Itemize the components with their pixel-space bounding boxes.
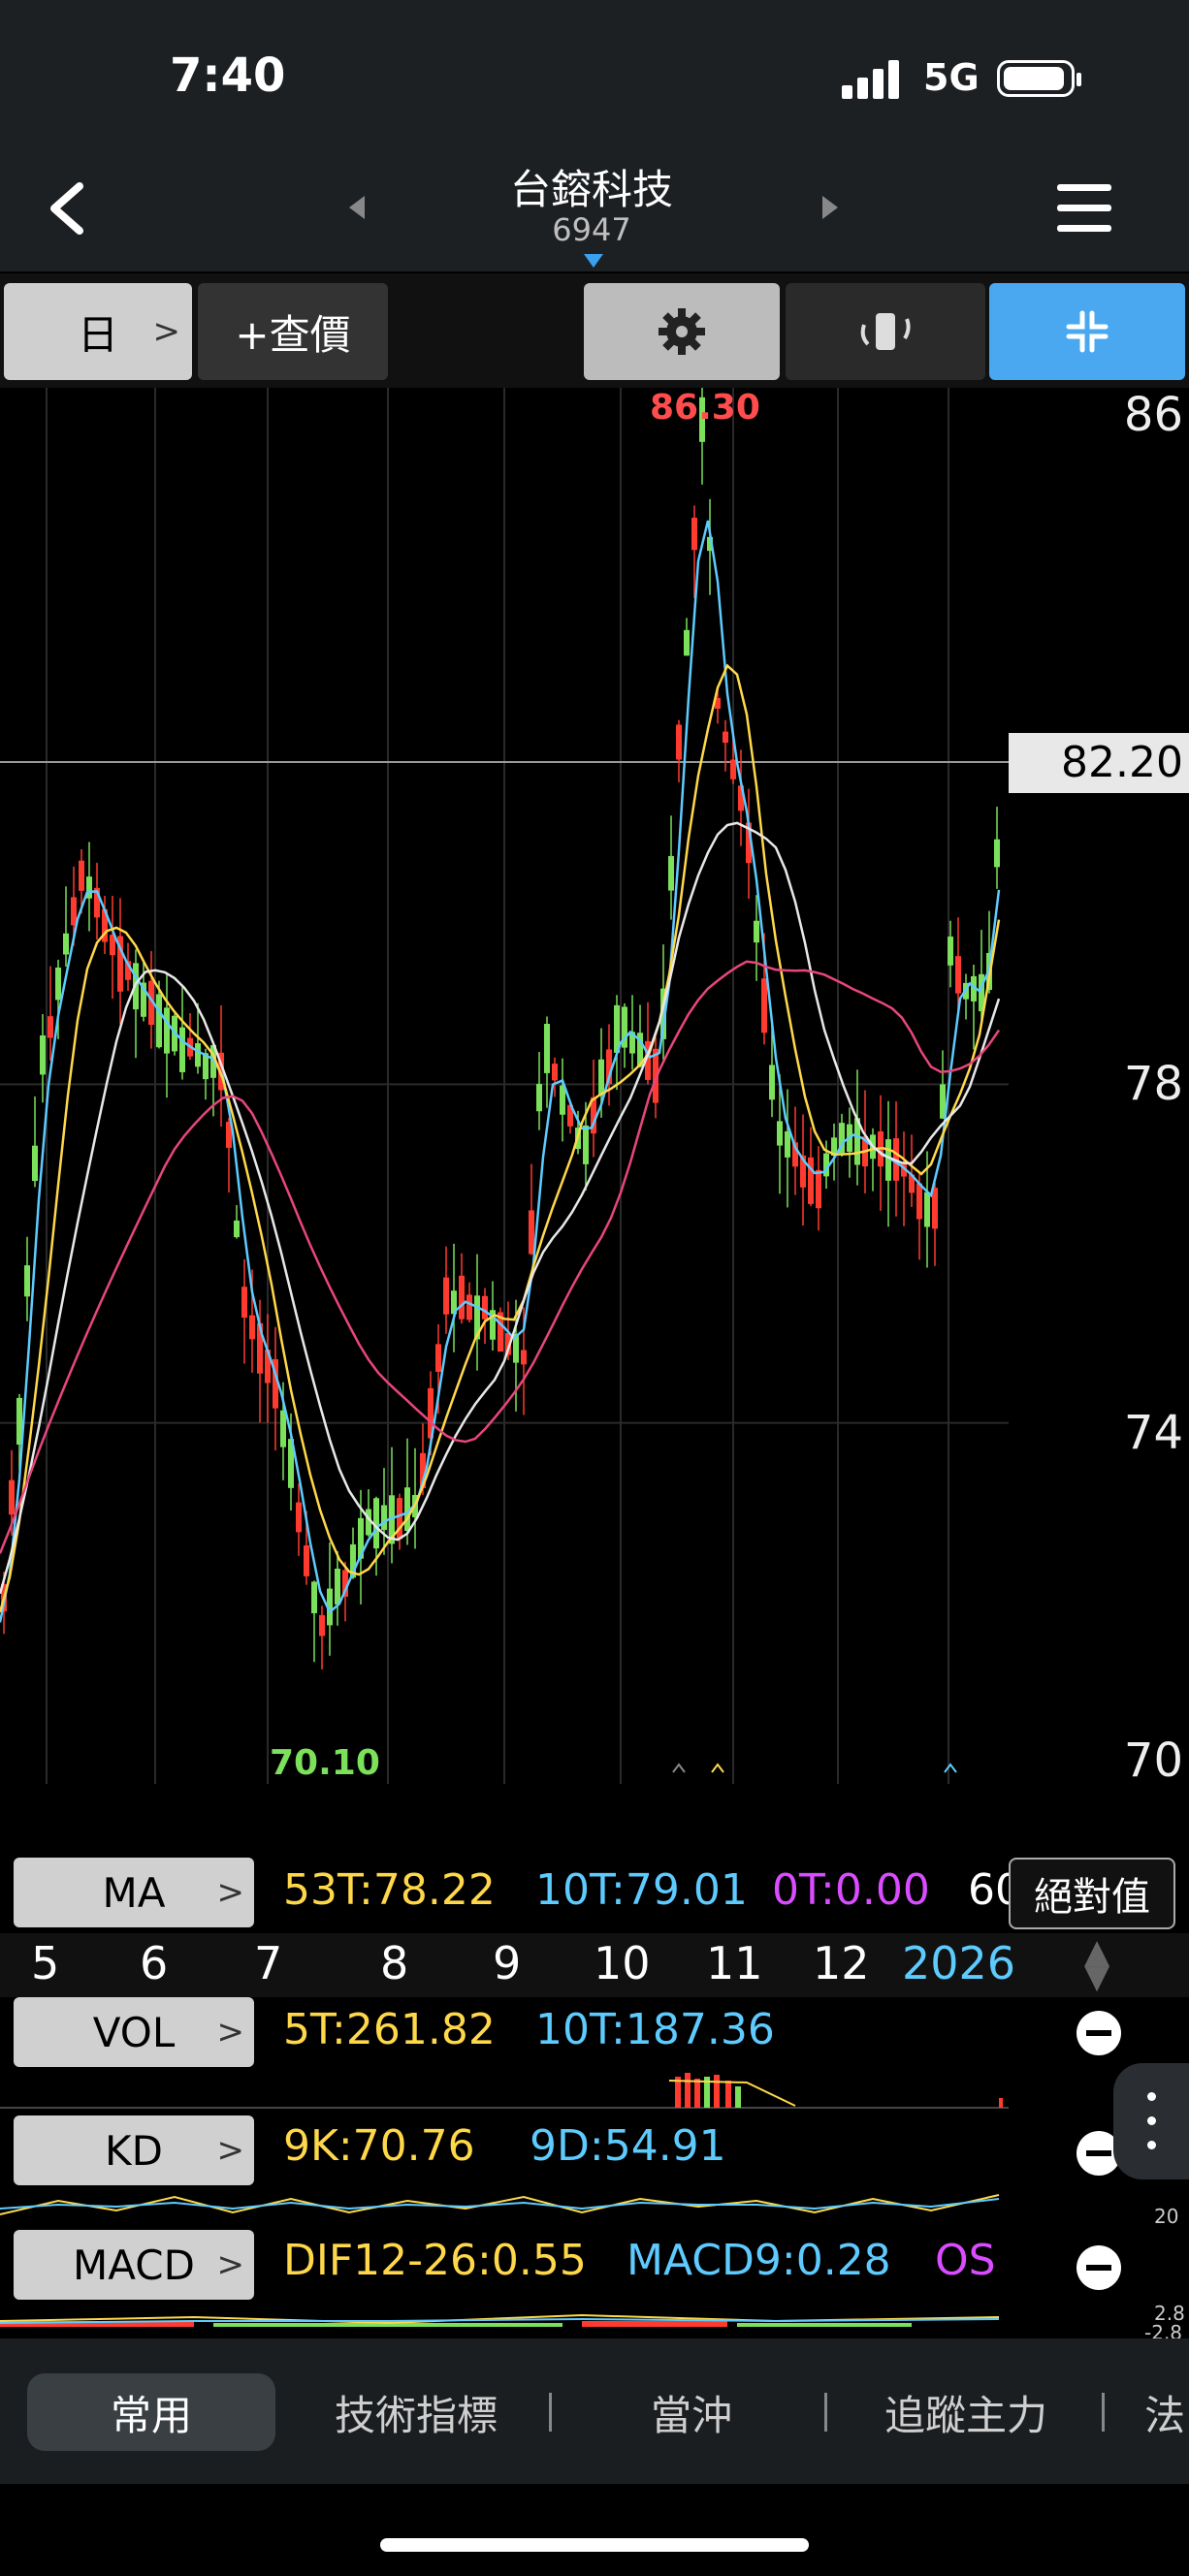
tab-technical[interactable]: 技術指標 [308, 2373, 524, 2451]
month-label: 5 [31, 1937, 60, 1989]
stock-code: 6947 [552, 211, 631, 248]
chevron-right-icon: > [216, 2131, 245, 2170]
query-price-button[interactable]: +查價 [198, 283, 388, 380]
high-price-label: 86.30 [650, 388, 760, 428]
ma-button[interactable]: MA > [14, 1858, 254, 1927]
rotate-button[interactable] [786, 283, 985, 380]
kd-button[interactable]: KD > [14, 2115, 254, 2185]
month-label: 6 [140, 1937, 169, 1989]
dropdown-indicator-icon [584, 254, 603, 268]
current-price-tag: 82.20 [1009, 733, 1189, 793]
vol-label: VOL [92, 2008, 176, 2056]
month-label-year: 2026 [902, 1937, 1016, 1989]
rotate-screen-icon [860, 313, 911, 350]
tab-institutional[interactable]: 法 [1141, 2373, 1189, 2451]
ma-value-2: 10T:79.01 [535, 1865, 748, 1915]
macd-label: MACD [73, 2241, 195, 2289]
kd-axis-tick: 20 [1154, 2205, 1179, 2228]
month-label: 12 [813, 1937, 870, 1989]
y-tick-78: 78 [1123, 1057, 1183, 1111]
collapse-arrows-icon [1066, 310, 1109, 353]
network-type: 5G [923, 56, 980, 99]
collapse-button[interactable] [989, 283, 1185, 380]
next-stock-icon[interactable] [822, 196, 838, 219]
side-menu-handle[interactable] [1113, 2063, 1189, 2179]
home-indicator [380, 2538, 809, 2552]
tab-separator [549, 2393, 552, 2432]
remove-macd-icon[interactable] [1077, 2245, 1121, 2290]
month-label: 8 [380, 1937, 409, 1989]
month-label: 7 [254, 1937, 283, 1989]
vol-value-1: 5T:261.82 [283, 2005, 496, 2054]
signal-icon [842, 58, 900, 99]
y-tick-70: 70 [1123, 1733, 1183, 1788]
ma-label: MA [102, 1868, 166, 1917]
price-axis: 86 78 74 70 [1009, 388, 1189, 1788]
candlestick-chart-svg [0, 377, 1009, 1784]
period-button[interactable]: 日 > [4, 283, 192, 380]
vol-value-2: 10T:187.36 [535, 2005, 775, 2054]
macd-row: MACD > DIF12-26:0.55 MACD9:0.28 OS 2.8 -… [0, 2226, 1189, 2344]
back-icon[interactable] [39, 175, 97, 242]
month-label: 10 [594, 1937, 651, 1989]
vol-row: VOL > 5T:261.82 10T:187.36 2564 [0, 1997, 1189, 2110]
chevron-right-icon: > [152, 312, 181, 351]
battery-icon [997, 60, 1081, 97]
low-price-label: 70.10 [270, 1743, 380, 1783]
chevron-right-icon: > [216, 2245, 245, 2284]
y-tick-86: 86 [1123, 388, 1183, 442]
ma-value-1: 53T:78.22 [283, 1865, 496, 1915]
chevron-right-icon: > [216, 1873, 245, 1912]
kd-mini-chart [0, 2194, 1000, 2215]
status-time: 7:40 [170, 48, 286, 103]
macd-value-2: MACD9:0.28 [627, 2236, 891, 2285]
absolute-value-button[interactable]: 絕對值 [1009, 1858, 1175, 1929]
menu-icon[interactable] [1057, 184, 1111, 233]
tab-separator [824, 2393, 827, 2432]
month-axis: 5 6 7 8 9 10 11 12 2026 [0, 1933, 1189, 1997]
tab-track-main[interactable]: 追蹤主力 [859, 2373, 1073, 2451]
vol-button[interactable]: VOL > [14, 1997, 254, 2067]
tab-common[interactable]: 常用 [27, 2373, 275, 2451]
settings-button[interactable] [584, 283, 780, 380]
gear-icon [659, 308, 705, 355]
kd-label: KD [105, 2126, 163, 2175]
remove-vol-icon[interactable] [1077, 2011, 1121, 2055]
chevron-right-icon: > [216, 2013, 245, 2051]
kd-value-1: 9K:70.76 [283, 2121, 475, 2171]
month-label: 9 [493, 1937, 522, 1989]
ma-value-3: 0T:0.00 [772, 1865, 930, 1915]
month-label: 11 [706, 1937, 763, 1989]
volume-mini-chart [0, 2073, 1009, 2109]
y-tick-74: 74 [1123, 1406, 1183, 1460]
kd-row: KD > 9K:70.76 9D:54.91 20 [0, 2112, 1189, 2228]
tab-daytrade[interactable]: 當沖 [601, 2373, 782, 2451]
period-label: 日 [77, 310, 118, 359]
stock-name[interactable]: 台鎔科技 [446, 157, 737, 216]
macd-button[interactable]: MACD > [14, 2230, 254, 2300]
candlestick-chart[interactable] [0, 377, 1009, 1784]
prev-stock-icon[interactable] [349, 196, 365, 219]
kd-value-2: 9D:54.91 [530, 2121, 726, 2171]
macd-mini-chart [0, 2313, 1000, 2327]
macd-value-1: DIF12-26:0.55 [283, 2236, 587, 2285]
tab-separator [1102, 2393, 1105, 2432]
sort-arrows-icon[interactable]: ▲ ▼ [1084, 1935, 1109, 1993]
macd-value-3: OS [935, 2236, 996, 2285]
